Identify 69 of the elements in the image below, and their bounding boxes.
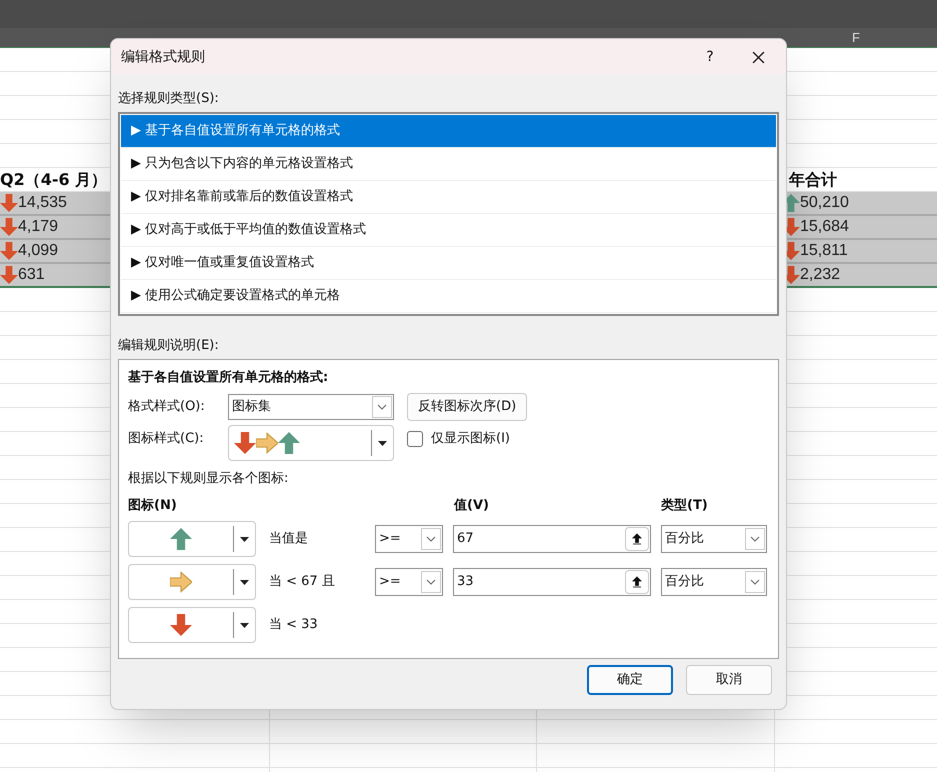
operator-select[interactable]: >= xyxy=(375,525,443,553)
value-input[interactable]: 67 xyxy=(453,525,651,553)
header-cell-text: 年合计 xyxy=(788,169,837,191)
cell-value: 50,210 xyxy=(800,193,849,213)
icon-dropdown[interactable] xyxy=(128,607,256,643)
chevron-down-icon xyxy=(745,528,765,550)
down-arrow-icon xyxy=(0,218,18,236)
condition-label: 当值是 xyxy=(269,530,309,548)
list-item[interactable]: ▶ 使用公式确定要设置格式的单元格 xyxy=(121,280,776,313)
upload-icon[interactable] xyxy=(625,570,649,594)
column-heading: 值(V) xyxy=(454,497,490,514)
up-arrow-icon xyxy=(170,528,192,550)
checkbox-label: 仅显示图标(I) xyxy=(431,430,510,448)
column-heading: 图标(N) xyxy=(128,497,178,514)
field-label: 选择规则类型(S): xyxy=(118,90,220,107)
column-header: F xyxy=(851,29,861,47)
up-arrow-icon xyxy=(278,432,300,454)
field-label: 格式样式(O): xyxy=(128,398,206,416)
checkbox[interactable] xyxy=(407,430,423,447)
type-select[interactable]: 百分比 xyxy=(661,525,767,553)
chevron-down-icon xyxy=(421,571,441,593)
down-arrow-icon xyxy=(0,194,18,212)
column-heading: 类型(T) xyxy=(661,497,708,514)
right-arrow-icon xyxy=(170,571,192,593)
cell-value: 4,099 xyxy=(18,241,58,261)
down-arrow-icon xyxy=(0,266,18,284)
list-item[interactable]: ▶ 只为包含以下内容的单元格设置格式 xyxy=(121,148,776,181)
list-item[interactable]: ▶ 仅对唯一值或重复值设置格式 xyxy=(121,247,776,280)
cell-value: 2,232 xyxy=(800,265,840,285)
chevron-down-icon xyxy=(745,571,765,593)
cell-value: 14,535 xyxy=(18,193,67,213)
field-label: 图标样式(C): xyxy=(128,430,205,448)
cell-value: 15,684 xyxy=(800,217,849,237)
dropdown-arrow-icon xyxy=(240,580,249,584)
dialog-title: 编辑格式规则 xyxy=(121,48,206,66)
chevron-down-icon xyxy=(372,396,392,418)
cell-value: 631 xyxy=(18,265,45,285)
cell-value: 15,811 xyxy=(800,241,848,261)
close-icon xyxy=(752,50,764,64)
list-item[interactable]: ▶ 仅对高于或低于平均值的数值设置格式 xyxy=(121,214,776,247)
dialog-button[interactable]: 取消 xyxy=(686,665,772,695)
down-arrow-icon xyxy=(234,432,256,454)
condition-label: 当 < 67 且 xyxy=(269,573,336,592)
dropdown-arrow-icon xyxy=(240,622,249,628)
chevron-down-icon xyxy=(421,528,441,550)
upload-icon[interactable] xyxy=(625,527,649,551)
list-item[interactable]: ▶ 仅对排名靠前或靠后的数值设置格式 xyxy=(121,181,776,214)
reverse-icon-order-button[interactable]: 反转图标次序(D) xyxy=(407,393,528,421)
value-input[interactable]: 33 xyxy=(453,568,651,596)
field-label: 编辑规则说明(E): xyxy=(118,337,220,354)
operator-select[interactable]: >= xyxy=(375,568,443,596)
help-button[interactable]: ? xyxy=(690,39,730,75)
format-style-select[interactable]: 图标集 xyxy=(228,394,394,420)
dropdown-arrow-icon xyxy=(240,536,249,542)
icon-dropdown[interactable] xyxy=(128,521,256,557)
right-arrow-icon xyxy=(256,432,278,454)
section-heading: 基于各自值设置所有单元格的格式: xyxy=(128,369,330,386)
icon-dropdown[interactable] xyxy=(128,564,256,600)
dropdown-arrow-icon xyxy=(378,440,387,446)
default-button[interactable]: 确定 xyxy=(587,665,673,695)
type-select[interactable]: 百分比 xyxy=(661,568,767,596)
list-item[interactable]: ▶ 基于各自值设置所有单元格的格式 xyxy=(121,115,776,148)
down-arrow-icon xyxy=(0,242,18,260)
condition-label: 当 < 33 xyxy=(269,616,319,634)
cell-value: 4,179 xyxy=(18,217,58,237)
down-arrow-icon xyxy=(170,614,192,636)
icon-style-dropdown[interactable] xyxy=(228,425,394,461)
header-cell-text: Q2（4-6 月） xyxy=(0,169,108,191)
section-label: 根据以下规则显示各个图标: xyxy=(128,470,290,487)
